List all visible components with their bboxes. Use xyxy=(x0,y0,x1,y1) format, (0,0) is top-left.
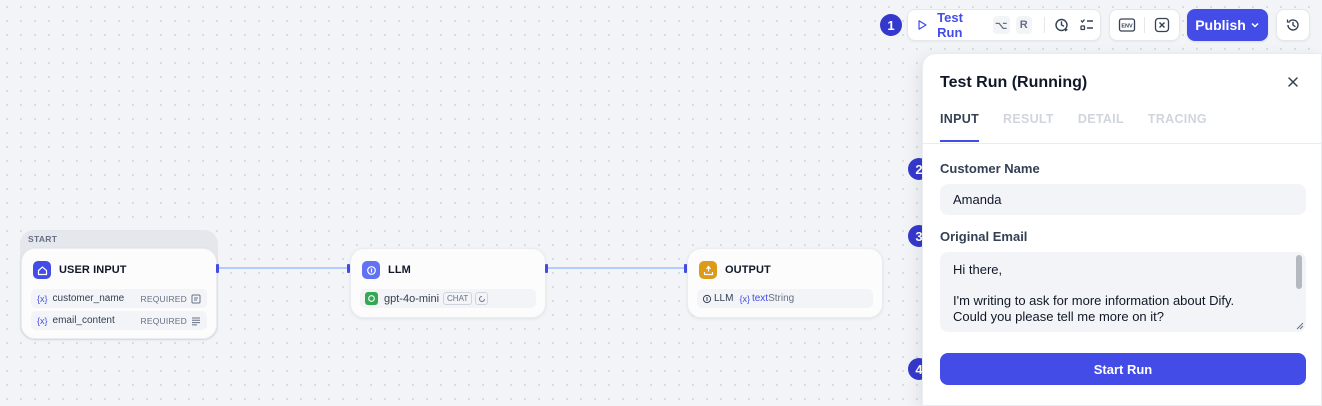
variable-prefix: {x} xyxy=(37,315,48,326)
output-icon xyxy=(699,261,717,279)
test-run-button[interactable]: Test Run ⌥ R xyxy=(908,10,1040,40)
checklist-button[interactable] xyxy=(1074,11,1100,39)
email-line: Could you please tell me more on it? xyxy=(953,309,1165,324)
resize-handle-icon[interactable] xyxy=(1294,320,1304,330)
required-tag: REQUIRED xyxy=(140,293,187,304)
conversation-variables-button[interactable] xyxy=(1148,11,1176,39)
history-icon xyxy=(1286,19,1299,31)
output-var-type: String xyxy=(768,293,795,304)
customer-name-label: Customer Name xyxy=(940,161,1040,176)
tab-input[interactable]: INPUT xyxy=(940,112,979,142)
tab-divider xyxy=(923,143,1321,144)
openai-icon xyxy=(365,292,378,305)
model-settings-icon xyxy=(475,292,489,305)
variable-prefix: {x} xyxy=(37,293,48,304)
required-tag: REQUIRED xyxy=(140,315,187,326)
tab-detail[interactable]: DETAIL xyxy=(1078,112,1124,142)
email-line: I'm writing to ask for more information … xyxy=(953,293,1235,308)
output-var-prefix: {x} xyxy=(739,293,750,304)
start-run-button[interactable]: Start Run xyxy=(940,353,1306,385)
step-badge-1: 1 xyxy=(880,14,902,36)
shortcut-r-key: R xyxy=(1015,16,1032,34)
tab-result[interactable]: RESULT xyxy=(1003,112,1054,142)
paragraph-icon xyxy=(192,317,200,325)
test-run-label: Test Run xyxy=(937,10,963,40)
test-run-panel: Test Run (Running) INPUT RESULT DETAIL T… xyxy=(922,53,1322,406)
user-input-title: USER INPUT xyxy=(59,264,127,276)
llm-node[interactable]: LLM gpt-4o-mini CHAT xyxy=(350,248,546,318)
output-source: LLM xyxy=(714,293,734,304)
tab-tracing[interactable]: TRACING xyxy=(1148,112,1207,142)
llm-small-icon xyxy=(702,294,712,303)
variable-row: {x} customer_name REQUIRED xyxy=(31,289,207,308)
model-row: gpt-4o-mini CHAT xyxy=(360,289,536,308)
publish-label: Publish xyxy=(1195,17,1246,33)
edge-connector xyxy=(219,267,348,269)
output-node[interactable]: OUTPUT LLM {x} text String xyxy=(687,248,883,318)
llm-icon xyxy=(362,261,380,279)
textarea-scrollbar[interactable] xyxy=(1296,255,1302,289)
edge-connector xyxy=(548,267,685,269)
panel-title: Test Run (Running) xyxy=(940,74,1088,91)
close-button[interactable] xyxy=(1285,74,1301,90)
shortcut-modifier-key: ⌥ xyxy=(992,16,1010,34)
env-icon-text: ENV xyxy=(1121,24,1133,30)
close-icon xyxy=(1288,77,1298,87)
output-title: OUTPUT xyxy=(725,264,771,276)
panel-tabs: INPUT RESULT DETAIL TRACING xyxy=(940,112,1207,142)
variables-toolbar: ENV xyxy=(1109,9,1180,41)
customer-name-input[interactable]: Amanda xyxy=(940,184,1306,215)
original-email-textarea[interactable]: Hi there, I'm writing to ask for more in… xyxy=(940,252,1306,332)
chevron-down-icon xyxy=(1251,22,1259,28)
text-input-icon xyxy=(191,294,201,303)
mode-badge: CHAT xyxy=(443,292,473,305)
checklist-icon xyxy=(1080,19,1094,31)
user-input-node[interactable]: USER INPUT {x} customer_name REQUIRED {x… xyxy=(21,248,217,339)
start-label: START xyxy=(28,234,58,244)
model-name: gpt-4o-mini xyxy=(384,292,440,305)
home-icon xyxy=(33,261,51,279)
run-history-icon xyxy=(1054,18,1068,32)
env-icon: ENV xyxy=(1118,18,1136,32)
llm-title: LLM xyxy=(388,264,411,276)
variable-name: customer_name xyxy=(52,293,125,304)
output-var-name: text xyxy=(751,293,769,304)
publish-button[interactable]: Publish xyxy=(1187,9,1268,41)
variable-name: email_content xyxy=(52,315,115,326)
version-history-button[interactable] xyxy=(1276,9,1310,41)
original-email-label: Original Email xyxy=(940,229,1028,244)
play-icon xyxy=(918,20,927,30)
run-history-button[interactable] xyxy=(1049,11,1075,39)
variable-row: {x} email_content REQUIRED xyxy=(31,311,207,330)
toolbar-divider xyxy=(1043,17,1045,33)
email-line: Hi there, xyxy=(953,262,1003,277)
run-toolbar: Test Run ⌥ R xyxy=(907,9,1101,41)
toolbar-divider xyxy=(1144,17,1145,33)
env-variables-button[interactable]: ENV xyxy=(1113,11,1141,39)
variable-x-icon xyxy=(1154,17,1170,33)
output-variable-row: LLM {x} text String xyxy=(697,289,873,308)
